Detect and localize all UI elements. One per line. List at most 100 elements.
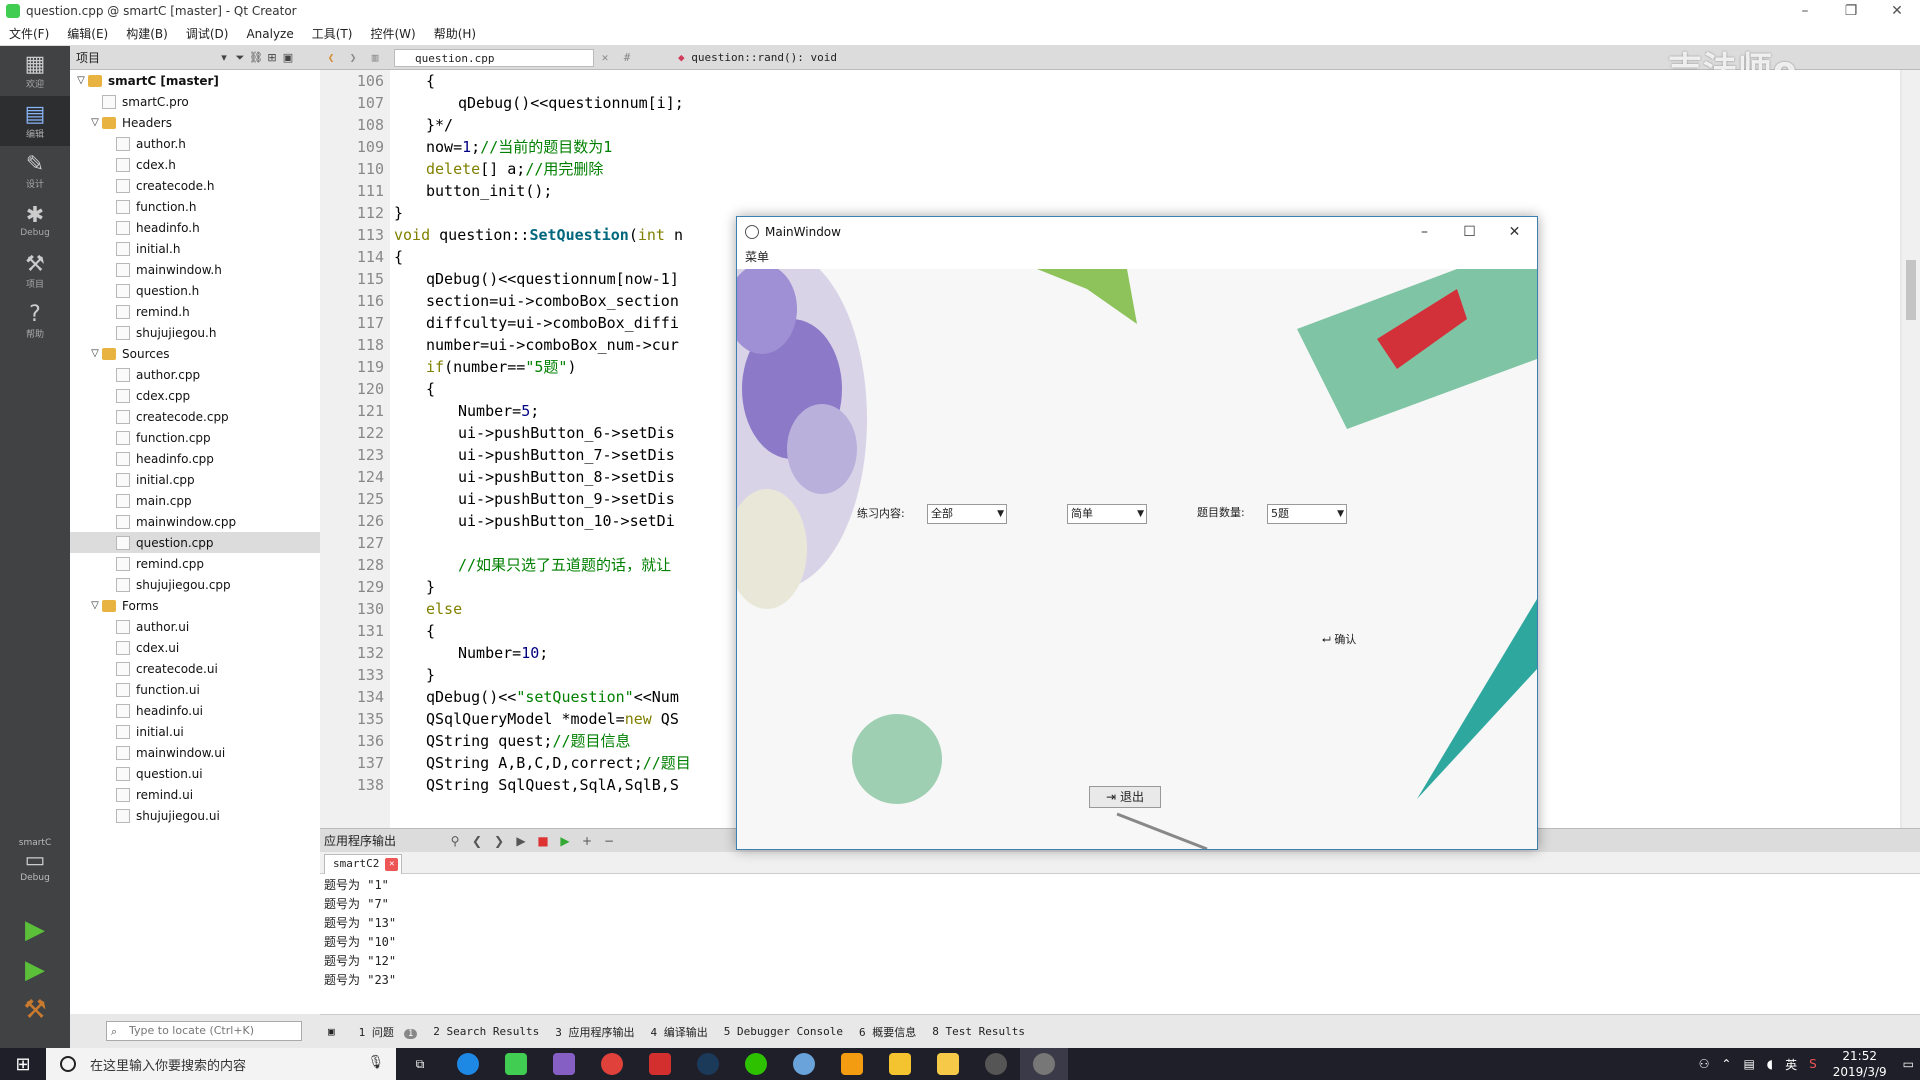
kit-selector[interactable]: smartC ▭ Debug: [0, 838, 70, 883]
menu-edit[interactable]: 编辑(E): [58, 25, 117, 42]
tree-item[interactable]: function.ui: [70, 679, 320, 700]
menu-analyze[interactable]: Analyze: [237, 27, 302, 41]
mode-help[interactable]: ? 帮助: [0, 296, 70, 346]
task-view-button[interactable]: ⧉: [396, 1048, 444, 1080]
tree-item[interactable]: question.h: [70, 280, 320, 301]
bottom-tab-appoutput[interactable]: 3 应用程序输出: [547, 1024, 642, 1040]
close-pane-icon[interactable]: ▣: [280, 51, 296, 64]
stop-icon[interactable]: ■: [532, 834, 554, 848]
confirm-button[interactable]: ⮠ 确认: [1322, 631, 1356, 647]
split-icon[interactable]: ⊞: [264, 51, 280, 64]
filter-icon[interactable]: ⏷: [232, 51, 248, 65]
microphone-icon[interactable]: 🎙: [367, 1055, 384, 1070]
count-combobox[interactable]: 5题 ▼: [1267, 504, 1347, 524]
tree-item[interactable]: shujujiegou.h: [70, 322, 320, 343]
code-line[interactable]: }*/: [390, 114, 1900, 136]
mainwindow-close-button[interactable]: ✕: [1492, 217, 1537, 247]
close-button[interactable]: ✕: [1874, 0, 1920, 22]
tree-item[interactable]: question.cpp: [70, 532, 320, 553]
function-selector[interactable]: ◆ question::rand(): void: [678, 51, 837, 64]
tree-item[interactable]: headinfo.ui: [70, 700, 320, 721]
bottom-tab-issues[interactable]: 1 问题 1: [343, 1024, 426, 1040]
mainwindow-maximize-button[interactable]: ☐: [1447, 217, 1492, 247]
tree-item[interactable]: function.h: [70, 196, 320, 217]
debug-icon[interactable]: ▶: [554, 834, 576, 848]
menu-help[interactable]: 帮助(H): [425, 25, 485, 42]
tree-item[interactable]: remind.cpp: [70, 553, 320, 574]
tree-item[interactable]: createcode.h: [70, 175, 320, 196]
tree-item[interactable]: ▽ Sources: [70, 343, 320, 364]
tree-item[interactable]: initial.cpp: [70, 469, 320, 490]
tree-item[interactable]: smartC.pro: [70, 91, 320, 112]
scrollbar-thumb[interactable]: [1906, 260, 1916, 320]
taskbar-app-wechat[interactable]: [732, 1048, 780, 1080]
code-line[interactable]: now=1;//当前的题目数为1: [390, 136, 1900, 158]
tree-item[interactable]: cdex.h: [70, 154, 320, 175]
forward-icon[interactable]: ❯: [342, 51, 364, 64]
link-icon[interactable]: ⛓: [248, 51, 264, 64]
output-tab[interactable]: smartC2 ✕: [324, 854, 403, 874]
code-line[interactable]: qDebug()<<questionnum[i];: [390, 92, 1900, 114]
tree-item[interactable]: mainwindow.ui: [70, 742, 320, 763]
close-file-icon[interactable]: ✕: [594, 51, 616, 64]
tree-item[interactable]: remind.ui: [70, 784, 320, 805]
tree-item[interactable]: question.ui: [70, 763, 320, 784]
tree-item[interactable]: author.h: [70, 133, 320, 154]
people-icon[interactable]: ⚇: [1693, 1057, 1716, 1071]
ime-indicator[interactable]: 英: [1779, 1056, 1803, 1073]
start-button[interactable]: ⊞: [0, 1048, 46, 1080]
build-button[interactable]: ⚒: [0, 990, 70, 1030]
taskbar-app-tools[interactable]: [876, 1048, 924, 1080]
menu-widgets[interactable]: 控件(W): [361, 25, 424, 42]
editor-scrollbar[interactable]: [1902, 70, 1920, 828]
taskbar-app-browser[interactable]: [444, 1048, 492, 1080]
tree-item[interactable]: initial.h: [70, 238, 320, 259]
bottom-tab-compile[interactable]: 4 编译输出: [643, 1024, 716, 1040]
notification-icon[interactable]: ▭: [1897, 1057, 1920, 1071]
difficulty-combobox[interactable]: 简单 ▼: [1067, 504, 1147, 524]
taskbar-app-visualstudio[interactable]: [540, 1048, 588, 1080]
tree-item[interactable]: cdex.ui: [70, 637, 320, 658]
tree-item[interactable]: mainwindow.cpp: [70, 511, 320, 532]
open-file-selector[interactable]: question.cpp: [394, 48, 594, 67]
taskbar-search[interactable]: 在这里输入你要搜索的内容 🎙: [46, 1048, 396, 1080]
rerun-icon[interactable]: ▶: [510, 834, 532, 848]
attach-icon[interactable]: ⚲: [444, 834, 466, 848]
mode-edit[interactable]: ▤ 编辑: [0, 96, 70, 146]
mode-projects[interactable]: ⚒ 项目: [0, 246, 70, 296]
tree-item[interactable]: main.cpp: [70, 490, 320, 511]
quit-button[interactable]: ⇥ 退出: [1089, 786, 1161, 808]
zoom-out-icon[interactable]: −: [598, 834, 620, 848]
bottom-tab-summary[interactable]: 6 概要信息: [851, 1024, 924, 1040]
tree-item[interactable]: headinfo.cpp: [70, 448, 320, 469]
tree-item[interactable]: cdex.cpp: [70, 385, 320, 406]
network-icon[interactable]: ▤: [1737, 1057, 1760, 1071]
section-combobox[interactable]: 全部 ▼: [927, 504, 1007, 524]
taskbar-app-explorer[interactable]: [924, 1048, 972, 1080]
menu-tools[interactable]: 工具(T): [303, 25, 362, 42]
sogou-icon[interactable]: S: [1803, 1057, 1823, 1071]
tree-item[interactable]: ▽ Headers: [70, 112, 320, 133]
tree-item[interactable]: shujujiegou.cpp: [70, 574, 320, 595]
tree-item[interactable]: author.cpp: [70, 364, 320, 385]
minimize-button[interactable]: –: [1782, 0, 1828, 22]
taskbar-app-red[interactable]: [636, 1048, 684, 1080]
tree-item[interactable]: function.cpp: [70, 427, 320, 448]
menu-build[interactable]: 构建(B): [117, 25, 177, 42]
menu-debug[interactable]: 调试(D): [177, 25, 238, 42]
taskbar-app-qtcreator2[interactable]: [972, 1048, 1020, 1080]
code-line[interactable]: {: [390, 70, 1900, 92]
prev-icon[interactable]: ❮: [466, 834, 488, 848]
taskbar-app-steam[interactable]: [684, 1048, 732, 1080]
next-icon[interactable]: ❯: [488, 834, 510, 848]
expand-arrow-icon[interactable]: ▽: [88, 600, 102, 611]
project-pane-title[interactable]: 项目: [76, 49, 216, 66]
debug-run-button[interactable]: ▶: [0, 950, 70, 990]
back-icon[interactable]: ❮: [320, 51, 342, 64]
taskbar-app-globe[interactable]: [780, 1048, 828, 1080]
expand-arrow-icon[interactable]: ▽: [88, 117, 102, 128]
taskbar-app-netease[interactable]: [588, 1048, 636, 1080]
tray-chevron-icon[interactable]: ⌃: [1715, 1057, 1737, 1071]
tree-item[interactable]: createcode.ui: [70, 658, 320, 679]
tree-item[interactable]: ▽ Forms: [70, 595, 320, 616]
